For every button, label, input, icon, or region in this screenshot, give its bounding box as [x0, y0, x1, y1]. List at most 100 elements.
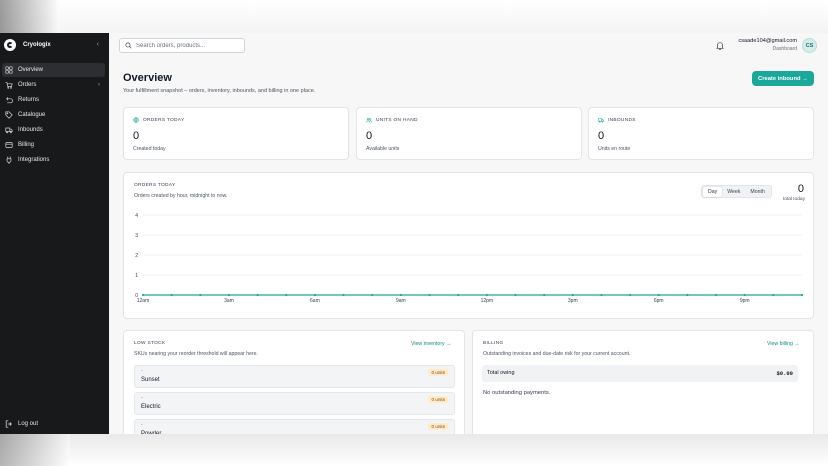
sidebar: Cryologix ‹ Overview Orders › Returns Catalo…: [0, 33, 109, 434]
x-tick-label: 9am: [396, 298, 406, 304]
chevron-right-icon: ›: [98, 82, 100, 88]
globe-icon: [133, 117, 139, 123]
stat-label: ORDERS TODAY: [133, 117, 184, 123]
stock-units-badge: 0 units: [428, 396, 448, 403]
user-email: csaade104@gmail.com: [738, 38, 797, 44]
search-input[interactable]: [136, 42, 236, 49]
sidebar-item-overview[interactable]: Overview: [2, 63, 105, 77]
view-inventory-link[interactable]: View inventory →: [411, 341, 451, 347]
user-role: Dashboard: [772, 46, 797, 52]
data-point: [199, 293, 202, 297]
sidebar-item-label: Orders: [18, 82, 37, 88]
data-point: [457, 293, 460, 297]
tag-icon-wrap: [5, 111, 13, 119]
user-info[interactable]: csaade104@gmail.com Dashboard: [731, 38, 797, 52]
low-stock-subtitle: SKUs nearing your reorder threshold will…: [134, 351, 258, 357]
data-point: [256, 293, 259, 297]
stat-card-inbounds: INBOUNDS 0 Units en route: [588, 107, 814, 160]
x-tick-label: 6pm: [654, 298, 664, 304]
sidebar-item-catalogue[interactable]: Catalogue: [2, 108, 105, 122]
data-point: [285, 293, 288, 297]
stock-name: Sunset: [141, 377, 160, 383]
stat-value: 0: [366, 130, 373, 142]
sidebar-item-integrations[interactable]: Integrations: [2, 153, 105, 167]
data-point: [485, 293, 488, 297]
sidebar-item-returns[interactable]: Returns: [2, 93, 105, 107]
data-point: [227, 293, 231, 297]
avatar[interactable]: CS: [802, 38, 817, 53]
sidebar-item-label: Overview: [18, 67, 44, 73]
x-tick-label: 6am: [310, 298, 320, 304]
stat-label-text: UNITS ON HAND: [376, 117, 418, 123]
main-content: csaade104@gmail.com Dashboard CS Overvie…: [109, 33, 828, 434]
stock-name: Electric: [141, 404, 161, 410]
grid-icon-wrap: [5, 66, 13, 74]
billing-title: BILLING: [483, 341, 504, 346]
stock-units-badge: 0 units: [428, 423, 448, 430]
x-tick-label: 3pm: [568, 298, 578, 304]
stat-card-orders-today: ORDERS TODAY 0 Created today: [123, 107, 349, 160]
no-payments-text: No outstanding payments.: [483, 390, 551, 396]
data-point: [800, 293, 804, 297]
sidebar-item-billing[interactable]: Billing: [2, 138, 105, 152]
x-tick-label: 3am: [224, 298, 234, 304]
x-tick-label: 12am: [137, 298, 150, 304]
plug-icon-wrap: [5, 156, 13, 164]
data-point: [141, 293, 145, 297]
orders-line-chart: 0123412am 3am 6am 9am 12pm 3pm 6pm 9pm: [135, 213, 804, 304]
logout-label: Log out: [18, 421, 39, 427]
y-tick-label: 1: [135, 273, 138, 279]
sidebar-item-label: Returns: [18, 97, 40, 103]
stat-card-units-on-hand: UNITS ON HAND 0 Available units: [356, 107, 582, 160]
data-point: [399, 293, 402, 297]
stat-label-text: INBOUNDS: [608, 117, 636, 123]
stat-subtext: Available units: [366, 146, 400, 152]
sidebar-nav: Overview Orders › Returns Catalogue Inbounds B…: [0, 63, 109, 167]
sidebar-item-label: Inbounds: [18, 127, 43, 133]
orders-chart-card: ORDERS TODAY Orders created by hour, mid…: [123, 172, 814, 319]
data-point: [772, 293, 775, 297]
data-point: [342, 293, 345, 297]
card-icon: [5, 142, 13, 148]
search-icon: [125, 42, 132, 49]
total-owing-value: $0.00: [776, 370, 793, 377]
sidebar-item-label: Billing: [18, 142, 35, 148]
return-icon-wrap: [5, 96, 13, 104]
logout-button[interactable]: Log out: [5, 420, 38, 428]
stat-label-text: ORDERS TODAY: [143, 117, 185, 123]
stock-units-badge: 0 units: [428, 369, 448, 376]
plug-icon: [6, 156, 12, 164]
billing-card: BILLING View billing → Outstanding invoi…: [472, 330, 814, 434]
search-box[interactable]: [119, 38, 245, 53]
data-point: [313, 293, 317, 297]
create-inbound-button[interactable]: Create inbound →: [752, 71, 814, 86]
truck-icon: [5, 127, 13, 134]
brand-name: Cryologix: [23, 42, 51, 48]
sidebar-item-inbounds[interactable]: Inbounds: [2, 123, 105, 137]
bell-icon[interactable]: [716, 41, 724, 50]
top-backdrop: [0, 0, 828, 33]
x-tick-label: 12pm: [481, 298, 494, 304]
page-title: Overview: [123, 72, 172, 84]
low-stock-card: LOW STOCK View inventory → SKUs nearing …: [123, 330, 465, 434]
total-owing-label: Total owing: [487, 370, 515, 376]
truck-icon-wrap: [5, 126, 13, 134]
data-point: [743, 293, 746, 297]
view-billing-link[interactable]: View billing →: [767, 341, 800, 347]
low-stock-item[interactable]: - Sunset 0 units: [134, 365, 455, 388]
page-subtitle: Your fulfillment snapshot – orders, inve…: [123, 88, 316, 94]
data-point: [571, 293, 574, 297]
total-owing-row: Total owing $0.00: [482, 365, 798, 382]
users-icon: [366, 117, 372, 123]
collapse-sidebar-icon[interactable]: ‹: [97, 41, 99, 48]
stock-sku: -: [141, 422, 143, 428]
truck-icon: [598, 118, 604, 123]
cart-icon-wrap: [5, 81, 13, 89]
low-stock-item[interactable]: - Electric 0 units: [134, 392, 455, 415]
sidebar-item-orders[interactable]: Orders ›: [2, 78, 105, 92]
data-point: [686, 293, 689, 297]
low-stock-item[interactable]: - Powder 0 units: [134, 419, 455, 434]
y-tick-label: 4: [135, 213, 138, 219]
stat-label: UNITS ON HAND: [366, 117, 418, 123]
sidebar-item-label: Catalogue: [18, 112, 46, 118]
